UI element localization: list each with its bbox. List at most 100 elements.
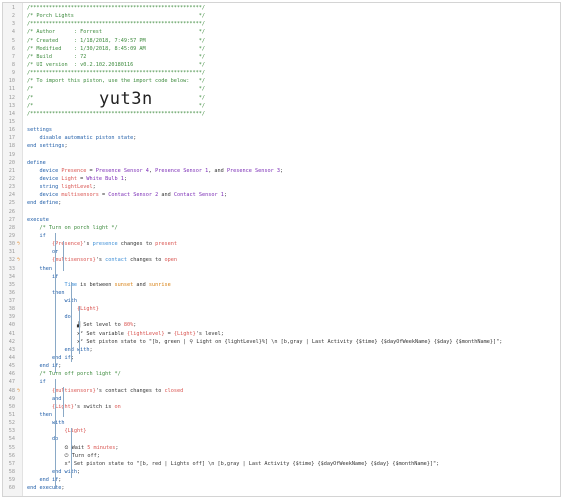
line-number: 47	[8, 379, 15, 386]
code-line[interactable]: 22 device Light = White Bulb 1;	[3, 175, 560, 183]
code-line[interactable]: 60 end execute;	[3, 484, 560, 492]
code-line[interactable]: 32 ϟ {multisensors}'s contact changes to …	[3, 256, 560, 264]
code-token: /* Modified : 1/30/2018, 8:45:09 AM */	[27, 45, 206, 52]
code-line[interactable]: 54 do	[3, 435, 560, 443]
code-line[interactable]: 53 {Light}	[3, 427, 560, 435]
code-line[interactable]: 3 /**************************************…	[3, 20, 560, 28]
code-line[interactable]: 44 end if;	[3, 354, 560, 362]
code-line[interactable]: 31 or	[3, 248, 560, 256]
code-line[interactable]: 25 end define;	[3, 199, 560, 207]
line-number: 26	[8, 208, 15, 215]
code-token: present	[155, 241, 177, 248]
code-line[interactable]: 42 x² Set piston state to "[b, green | ⚲…	[3, 338, 560, 346]
code-token: {lightLevel}	[126, 330, 165, 337]
code-token: do	[64, 314, 71, 321]
code-token: , and	[208, 167, 227, 174]
code-line[interactable]: 33 then	[3, 265, 560, 273]
code-line[interactable]: 40 ▟ Set level to 80%;	[3, 321, 560, 329]
code-line[interactable]: 47 if	[3, 378, 560, 386]
code-token: device	[39, 167, 62, 174]
code-line[interactable]: 55 ⏲ Wait 5 minutes;	[3, 444, 560, 452]
code-token: define	[27, 159, 46, 166]
code-text: if	[27, 273, 58, 281]
code-line[interactable]: 38 {Light}	[3, 305, 560, 313]
code-token: =	[77, 175, 87, 182]
code-line[interactable]: 52 with	[3, 419, 560, 427]
code-line[interactable]: 8 /* UI version : v0.2.102.20180116 */	[3, 61, 560, 69]
code-text: do	[27, 313, 71, 321]
code-line[interactable]: 50 {Light}'s switch is on	[3, 403, 560, 411]
code-line[interactable]: 4 /* Author : Forrest */	[3, 28, 560, 36]
code-line[interactable]: 6 /* Modified : 1/30/2018, 8:45:09 AM */	[3, 45, 560, 53]
code-text: {Light}	[27, 305, 99, 313]
code-line[interactable]: 41 x² Set variable {lightLevel} = {Light…	[3, 330, 560, 338]
line-number: 48	[8, 387, 15, 394]
line-number: 58	[8, 469, 15, 476]
code-line[interactable]: 56 ⏻ Turn off;	[3, 452, 560, 460]
code-line[interactable]: 49 and	[3, 395, 560, 403]
line-number: 5	[11, 37, 15, 44]
code-line[interactable]: 45 end if;	[3, 362, 560, 370]
code-line[interactable]: 43 end with;	[3, 346, 560, 354]
code-line[interactable]: 5 /* Created : 1/18/2018, 7:49:57 PM */	[3, 37, 560, 45]
code-token: contact	[105, 257, 127, 264]
code-line[interactable]: 51 then	[3, 411, 560, 419]
code-line[interactable]: 59 end if;	[3, 476, 560, 484]
code-line[interactable]: 30 ϟ {Presence}'s presence changes to pre…	[3, 240, 560, 248]
code-text: then	[27, 411, 53, 419]
code-line[interactable]: 57 x² Set piston state to "[b, red | Lig…	[3, 460, 560, 468]
code-token: 's contact changes to	[95, 387, 165, 394]
code-line[interactable]: 35 Time is between sunset and sunrise	[3, 281, 560, 289]
code-text: /* Author : Forrest */	[27, 28, 205, 36]
code-text: then	[27, 265, 53, 273]
line-number: 15	[8, 118, 15, 125]
code-line[interactable]: 14 /*************************************…	[3, 110, 560, 118]
code-line[interactable]: 9 /**************************************…	[3, 69, 560, 77]
code-line[interactable]: 27 execute	[3, 216, 560, 224]
code-token: ;	[115, 444, 119, 451]
code-line[interactable]: 29 if	[3, 232, 560, 240]
code-line[interactable]: 15	[3, 118, 560, 126]
code-token: Light	[61, 175, 77, 182]
code-line[interactable]: 26	[3, 208, 560, 216]
code-line[interactable]: 7 /* Build : 72 */	[3, 53, 560, 61]
code-line[interactable]: 20 define	[3, 159, 560, 167]
code-line[interactable]: 34 if	[3, 273, 560, 281]
code-token: presence	[92, 241, 118, 248]
code-line[interactable]: 21 device Presence = Presence Sensor 4, …	[3, 167, 560, 175]
code-line[interactable]: 16 settings	[3, 126, 560, 134]
code-line[interactable]: 13/* */	[3, 102, 560, 110]
line-number: 28	[8, 224, 15, 231]
code-line[interactable]: 39 do	[3, 313, 560, 321]
code-line[interactable]: 36 then	[3, 289, 560, 297]
line-number: 42	[8, 338, 15, 345]
code-line[interactable]: 10 /* To import this piston, use the impo…	[3, 77, 560, 85]
code-line[interactable]: 12/* */	[3, 94, 560, 102]
code-line[interactable]: 11/* */	[3, 85, 560, 93]
code-token: Presence Sensor 3	[226, 167, 281, 174]
line-number: 1	[11, 5, 15, 11]
code-line[interactable]: 2 /* Porch Lights */	[3, 12, 560, 20]
code-line[interactable]: 19	[3, 151, 560, 159]
code-line[interactable]: 58 end with;	[3, 468, 560, 476]
code-line[interactable]: 28 /* Turn on porch light */	[3, 224, 560, 232]
code-line[interactable]: 24 device multisensors = Contact Sensor …	[3, 191, 560, 199]
code-line[interactable]: 48 ϟ {multisensors}'s contact changes to …	[3, 387, 560, 395]
code-line[interactable]: 23 string lightLevel;	[3, 183, 560, 191]
code-line[interactable]: 17 disable automatic piston state;	[3, 134, 560, 142]
code-text: execute	[27, 216, 49, 224]
code-text: end define;	[27, 199, 61, 207]
code-line[interactable]: 46 /* Turn off porch light */	[3, 370, 560, 378]
code-token: {multisensors}	[52, 387, 96, 394]
code-line[interactable]: 18 end settings;	[3, 142, 560, 150]
code-line[interactable]: 1 /**************************************…	[3, 4, 560, 12]
code-line[interactable]: 37 with	[3, 297, 560, 305]
code-token: and	[52, 395, 62, 402]
